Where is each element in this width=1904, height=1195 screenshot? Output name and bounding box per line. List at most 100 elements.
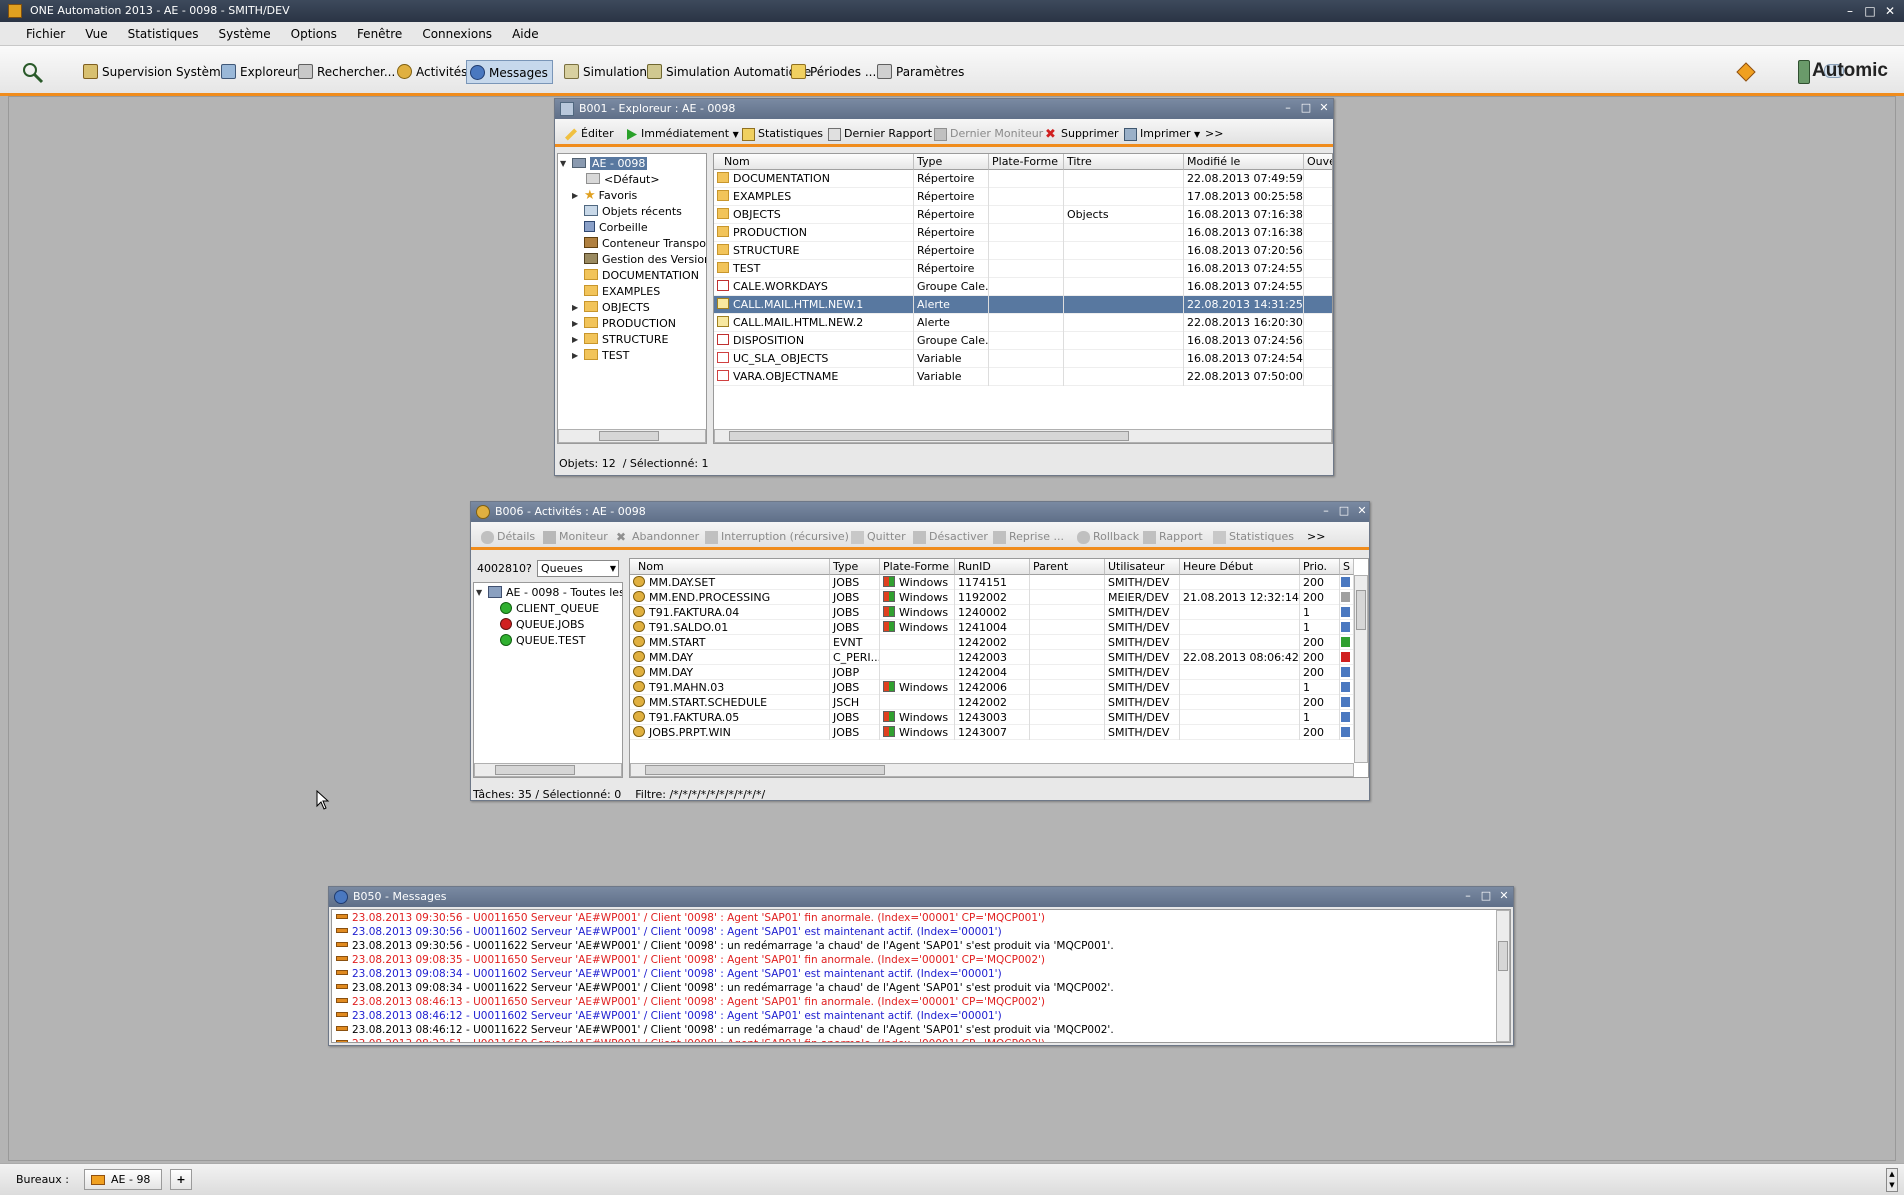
abort-button[interactable]: ✖ Abandonner xyxy=(614,528,699,546)
grid-horizontal-scrollbar[interactable] xyxy=(630,763,1354,777)
column-header-open[interactable]: Ouve xyxy=(1304,154,1332,170)
tree-item-objects[interactable]: ▶ OBJECTS xyxy=(572,300,650,316)
queues-select[interactable]: Queues ▼ xyxy=(537,560,619,577)
message-line[interactable]: 23.08.2013 09:08:35 - U0011650 Serveur '… xyxy=(336,953,1045,967)
tree-item-transport[interactable]: Conteneur Transport xyxy=(584,236,706,252)
menu-fichier[interactable]: Fichier xyxy=(16,22,75,46)
minimize-icon[interactable]: – xyxy=(1842,3,1858,19)
simulations-button[interactable]: Simulations xyxy=(561,60,657,84)
queue-client-queue[interactable]: CLIENT_QUEUE xyxy=(500,601,599,617)
table-row[interactable]: T91.FAKTURA.04 JOBS Windows 1240002 SMITH/DE… xyxy=(630,605,1354,620)
edit-button[interactable]: Éditer xyxy=(563,125,614,143)
statistics-button[interactable]: Statistiques xyxy=(740,125,823,143)
table-row[interactable]: STRUCTURE Répertoire 16.08.2013 07:20:56 xyxy=(714,242,1332,260)
close-icon[interactable]: ✕ xyxy=(1882,3,1898,19)
explorer-title-bar[interactable]: B001 - Exploreur : AE - 0098 – □ ✕ xyxy=(555,99,1333,119)
queue-tree-root[interactable]: ▼AE - 0098 - Toutes les Q xyxy=(476,585,622,601)
message-line[interactable]: 23.08.2013 08:46:13 - U0011650 Serveur '… xyxy=(336,995,1045,1009)
messages-title-bar[interactable]: B050 - Messages – □ ✕ xyxy=(329,887,1513,907)
column-header-platform[interactable]: Plate-Forme xyxy=(989,154,1064,170)
statistics-button[interactable]: Statistiques xyxy=(1211,528,1294,546)
message-line[interactable]: 23.08.2013 09:30:56 - U0011622 Serveur '… xyxy=(336,939,1114,953)
column-header-prio[interactable]: Prio. xyxy=(1300,559,1340,575)
column-header-platform[interactable]: Plate-Forme xyxy=(880,559,955,575)
tree-item-structure[interactable]: ▶ STRUCTURE xyxy=(572,332,668,348)
message-line[interactable]: 23.08.2013 08:46:12 - U0011622 Serveur '… xyxy=(336,1023,1114,1037)
restart-button[interactable]: Reprise ... xyxy=(991,528,1064,546)
menu-options[interactable]: Options xyxy=(281,22,347,46)
menu-aide[interactable]: Aide xyxy=(502,22,549,46)
table-row[interactable]: MM.DAY JOBP 1242004 SMITH/DEV 200 xyxy=(630,665,1354,680)
message-line[interactable]: 23.08.2013 09:08:34 - U0011622 Serveur '… xyxy=(336,981,1114,995)
column-header-title[interactable]: Titre xyxy=(1064,154,1184,170)
table-row[interactable]: CALL.MAIL.HTML.NEW.1 Alerte 22.08.2013 14:… xyxy=(714,296,1332,314)
tree-item-favorites[interactable]: ▶ ★ Favoris xyxy=(572,188,637,204)
grid-horizontal-scrollbar[interactable] xyxy=(714,429,1332,443)
column-header-parent[interactable]: Parent xyxy=(1030,559,1105,575)
column-header-start[interactable]: Heure Début xyxy=(1180,559,1300,575)
traffic-light-icon[interactable] xyxy=(1798,60,1810,84)
message-line[interactable]: 23.08.2013 09:08:34 - U0011602 Serveur '… xyxy=(336,967,1002,981)
table-row[interactable]: MM.START.SCHEDULE JSCH 1242002 SMITH/DEV 200 xyxy=(630,695,1354,710)
parameters-button[interactable]: Paramètres xyxy=(874,60,968,84)
column-header-name[interactable]: Nom xyxy=(630,559,830,575)
menu-vue[interactable]: Vue xyxy=(75,22,117,46)
minimize-icon[interactable]: – xyxy=(1319,504,1333,518)
tree-horizontal-scrollbar[interactable] xyxy=(474,763,622,777)
report-button[interactable]: Rapport xyxy=(1141,528,1203,546)
maximize-icon[interactable]: □ xyxy=(1337,504,1351,518)
tree-item-recycle-bin[interactable]: Corbeille xyxy=(584,220,648,236)
maximize-icon[interactable]: □ xyxy=(1862,3,1878,19)
tree-root[interactable]: ▼ AE - 0098 xyxy=(560,156,648,172)
search-tool-icon[interactable] xyxy=(20,60,46,84)
table-row[interactable]: TEST Répertoire 16.08.2013 07:24:55 xyxy=(714,260,1332,278)
table-row[interactable]: DISPOSITION Groupe Cale... 16.08.2013 07:2… xyxy=(714,332,1332,350)
message-line[interactable]: 23.08.2013 09:30:56 - U0011602 Serveur '… xyxy=(336,925,1002,939)
table-row[interactable]: T91.SALDO.01 JOBS Windows 1241004 SMITH/DEV 1 xyxy=(630,620,1354,635)
messages-button[interactable]: Messages xyxy=(466,60,553,84)
column-header-name[interactable]: Nom xyxy=(714,154,914,170)
table-row[interactable]: CALE.WORKDAYS Groupe Cale... 16.08.2013 07… xyxy=(714,278,1332,296)
table-row[interactable]: JOBS.PRPT.WIN JOBS Windows 1243007 SMITH/DEV… xyxy=(630,725,1354,740)
deactivate-button[interactable]: Désactiver xyxy=(911,528,988,546)
column-header-user[interactable]: Utilisateur xyxy=(1105,559,1180,575)
details-button[interactable]: Détails xyxy=(479,528,535,546)
minimize-icon[interactable]: – xyxy=(1281,101,1295,115)
column-header-runid[interactable]: RunID xyxy=(955,559,1030,575)
rollback-button[interactable]: Rollback xyxy=(1075,528,1139,546)
message-line[interactable]: 23.08.2013 08:46:12 - U0011602 Serveur '… xyxy=(336,1009,1002,1023)
last-monitor-button[interactable]: Dernier Moniteur xyxy=(932,125,1043,143)
message-line[interactable]: 23.08.2013 09:30:56 - U0011650 Serveur '… xyxy=(336,911,1045,925)
add-workspace-button[interactable]: + xyxy=(170,1169,192,1190)
table-row[interactable]: MM.END.PROCESSING JOBS Windows 1192002 MEIER… xyxy=(630,590,1354,605)
column-header-modified[interactable]: Modifié le xyxy=(1184,154,1304,170)
last-report-button[interactable]: Dernier Rapport xyxy=(826,125,932,143)
minimize-icon[interactable]: – xyxy=(1461,889,1475,903)
activities-title-bar[interactable]: B006 - Activités : AE - 0098 – □ ✕ xyxy=(471,502,1369,522)
workspace-tab[interactable]: AE - 98 xyxy=(84,1169,162,1190)
search-button[interactable]: Rechercher... xyxy=(295,60,399,84)
tree-item-production[interactable]: ▶ PRODUCTION xyxy=(572,316,676,332)
table-row[interactable]: T91.MAHN.03 JOBS Windows 1242006 SMITH/DEV 1 xyxy=(630,680,1354,695)
tree-item-test[interactable]: ▶ TEST xyxy=(572,348,629,364)
table-row[interactable]: OBJECTS Répertoire Objects 16.08.2013 07:16… xyxy=(714,206,1332,224)
queue-jobs[interactable]: QUEUE.JOBS xyxy=(500,617,584,633)
diamond-status-icon[interactable] xyxy=(1736,62,1756,82)
explorer-button[interactable]: Exploreur xyxy=(218,60,302,84)
tree-item-recent[interactable]: Objets récents xyxy=(584,204,682,220)
maximize-icon[interactable]: □ xyxy=(1479,889,1493,903)
close-icon[interactable]: ✕ xyxy=(1355,504,1369,518)
table-row[interactable]: DOCUMENTATION Répertoire 22.08.2013 07:49:… xyxy=(714,170,1332,188)
menu-systeme[interactable]: Système xyxy=(208,22,280,46)
tree-horizontal-scrollbar[interactable] xyxy=(558,429,706,443)
column-header-type[interactable]: Type xyxy=(830,559,880,575)
column-header-type[interactable]: Type xyxy=(914,154,989,170)
table-row[interactable]: MM.DAY.SET JOBS Windows 1174151 SMITH/DEV 200 xyxy=(630,575,1354,590)
workspace-scroll-icon[interactable]: ▲ ▼ xyxy=(1886,1168,1898,1192)
menu-connexions[interactable]: Connexions xyxy=(412,22,502,46)
supervision-button[interactable]: Supervision Système xyxy=(80,60,232,84)
delete-button[interactable]: ✖ Supprimer xyxy=(1043,125,1119,143)
menu-fenetre[interactable]: Fenêtre xyxy=(347,22,412,46)
table-row[interactable]: MM.START EVNT 1242002 SMITH/DEV 200 xyxy=(630,635,1354,650)
activities-button[interactable]: Activités xyxy=(394,60,471,84)
